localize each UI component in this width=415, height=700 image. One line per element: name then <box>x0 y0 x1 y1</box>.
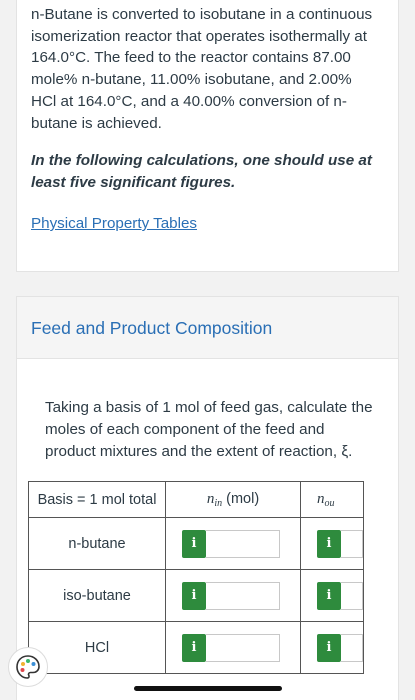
significant-figures-instruction: In the following calculations, one shoul… <box>31 152 372 191</box>
n-out-header: nou <box>300 481 364 518</box>
info-icon[interactable]: i <box>317 633 341 662</box>
n-in-subscript: in <box>214 497 223 509</box>
problem-statement: n-Butane is converted to isobutane in a … <box>31 6 373 132</box>
row-label-iso-butane: iso-butane <box>28 569 166 622</box>
table-header-row: Basis = 1 mol total nin (mol) nou <box>28 481 364 518</box>
info-icon[interactable]: i <box>182 529 206 558</box>
row-label-hcl: HCl <box>28 621 166 674</box>
n-out-subscript: ou <box>324 497 335 509</box>
palette-icon <box>16 655 40 679</box>
palette-button[interactable] <box>8 647 48 687</box>
task-description: Taking a basis of 1 mol of feed gas, cal… <box>45 399 373 460</box>
table-row: n-butane i i <box>28 517 364 570</box>
section-header: Feed and Product Composition <box>17 297 398 359</box>
row-label-n-butane: n-butane <box>28 517 166 570</box>
n-butane-n-out-input[interactable] <box>341 529 363 558</box>
home-indicator <box>134 686 282 691</box>
hcl-n-out-input[interactable] <box>341 633 363 662</box>
basis-header: Basis = 1 mol total <box>28 481 166 518</box>
iso-butane-n-in-input[interactable] <box>206 581 280 610</box>
section-title: Feed and Product Composition <box>31 318 273 338</box>
info-icon[interactable]: i <box>317 529 341 558</box>
info-icon[interactable]: i <box>317 581 341 610</box>
info-icon[interactable]: i <box>182 633 206 662</box>
n-butane-n-in-input[interactable] <box>206 529 280 558</box>
iso-butane-n-out-input[interactable] <box>341 581 363 610</box>
table-row: HCl i i <box>28 621 364 674</box>
info-icon[interactable]: i <box>182 581 206 610</box>
n-in-unit: (mol) <box>222 490 260 507</box>
hcl-n-in-input[interactable] <box>206 633 280 662</box>
composition-table: Basis = 1 mol total nin (mol) nou n-buta… <box>28 481 364 674</box>
physical-property-tables-link[interactable]: Physical Property Tables <box>31 215 197 232</box>
n-in-header: nin (mol) <box>165 481 301 518</box>
n-out-symbol: n <box>317 490 325 507</box>
problem-card: n-Butane is converted to isobutane in a … <box>16 0 399 272</box>
table-row: iso-butane i i <box>28 569 364 622</box>
